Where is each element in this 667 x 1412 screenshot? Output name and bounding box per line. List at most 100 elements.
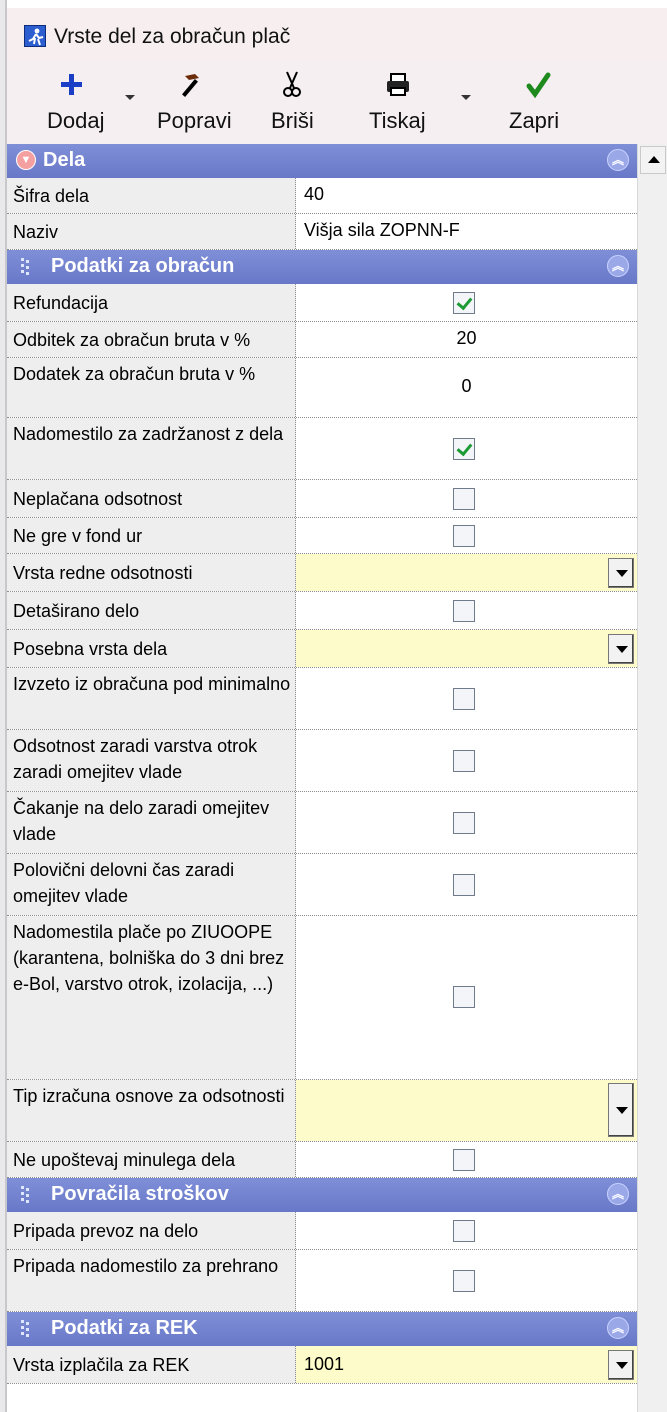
row-label: Nadomestila plače po ZIUOOPE (karantena,… xyxy=(7,916,296,1079)
value-cell xyxy=(296,730,637,791)
section-dela[interactable]: ▼ Dela ︽ xyxy=(7,144,637,178)
row-tip-izracuna[interactable]: Tip izračuna osnove za odsotnosti xyxy=(7,1080,637,1142)
edit-label: Popravi xyxy=(157,108,232,133)
sifra-value: 40 xyxy=(304,184,325,204)
odbitek-input[interactable]: 20 xyxy=(296,322,637,357)
dodatek-value: 0 xyxy=(461,376,472,396)
detasirano-checkbox[interactable] xyxy=(453,600,475,622)
value-cell xyxy=(296,916,637,1079)
section-podatki[interactable]: Podatki za obračun ︽ xyxy=(7,250,637,284)
naziv-value: Višja sila ZOPNN-F xyxy=(304,220,460,240)
value-cell xyxy=(296,284,637,321)
value-cell xyxy=(296,1212,637,1249)
row-label: Pripada prevoz na delo xyxy=(7,1212,296,1249)
row-rek-vrsta[interactable]: Vrsta izplačila za REK 1001 xyxy=(7,1346,637,1384)
value-cell xyxy=(296,854,637,915)
row-refundacija[interactable]: Refundacija xyxy=(7,284,637,322)
polovicni-checkbox[interactable] xyxy=(453,874,475,896)
collapse-icon[interactable]: ︽ xyxy=(607,1317,629,1339)
minulo-delo-checkbox[interactable] xyxy=(453,1149,475,1171)
ziuoope-checkbox[interactable] xyxy=(453,986,475,1008)
dodatek-input[interactable]: 0 xyxy=(296,358,637,417)
row-label: Nadomestilo za zadržanost z dela xyxy=(7,418,296,479)
section-podatki-label: Podatki za obračun xyxy=(51,255,235,277)
naziv-input[interactable]: Višja sila ZOPNN-F xyxy=(296,214,637,249)
row-label: Ne upoštevaj minulega dela xyxy=(7,1142,296,1177)
row-dodatek[interactable]: Dodatek za obračun bruta v % 0 xyxy=(7,358,637,418)
prevoz-checkbox[interactable] xyxy=(453,1220,475,1242)
row-izvzeto[interactable]: Izvzeto iz obračuna pod minimalno xyxy=(7,668,637,730)
row-varstvo[interactable]: Odsotnost zaradi varstva otrok zaradi om… xyxy=(7,730,637,792)
row-prehrana[interactable]: Pripada nadomestilo za prehrano xyxy=(7,1250,637,1312)
value-cell xyxy=(296,480,637,517)
collapse-icon[interactable]: ︽ xyxy=(607,149,629,171)
dropdown-arrow-icon[interactable] xyxy=(608,558,634,588)
fond-ur-checkbox[interactable] xyxy=(453,525,475,547)
row-label: Šifra dela xyxy=(7,178,296,213)
row-nadomestilo-zadrzanost[interactable]: Nadomestilo za zadržanost z dela xyxy=(7,418,637,480)
row-vrsta-redne[interactable]: Vrsta redne odsotnosti xyxy=(7,554,637,592)
delete-button[interactable]: Briši xyxy=(263,62,323,144)
value-cell xyxy=(296,1142,637,1177)
dropdown-arrow-icon[interactable] xyxy=(608,1083,634,1137)
dropdown-arrow-icon[interactable] xyxy=(608,1350,634,1380)
row-label: Vrsta izplačila za REK xyxy=(7,1346,296,1383)
value-cell xyxy=(296,418,637,479)
printer-icon xyxy=(387,73,409,96)
row-ziuoope[interactable]: Nadomestila plače po ZIUOOPE (karantena,… xyxy=(7,916,637,1080)
row-prevoz[interactable]: Pripada prevoz na delo xyxy=(7,1212,637,1250)
add-dropdown-arrow-icon[interactable] xyxy=(125,95,135,100)
dropdown-arrow-icon[interactable] xyxy=(608,634,634,664)
close-button[interactable]: Zapri xyxy=(495,62,585,144)
nadomestilo-zadrzanost-checkbox[interactable] xyxy=(453,438,475,460)
title-bar: Vrste del za obračun plač xyxy=(7,8,667,62)
prehrana-checkbox[interactable] xyxy=(453,1270,475,1292)
row-polovicni[interactable]: Polovični delovni čas zaradi omejitev vl… xyxy=(7,854,637,916)
section-rek[interactable]: Podatki za REK ︽ xyxy=(7,1312,637,1346)
tip-izracuna-select[interactable] xyxy=(296,1080,637,1141)
rek-vrsta-select[interactable]: 1001 xyxy=(296,1346,637,1383)
vertical-scrollbar[interactable] xyxy=(637,144,667,1412)
row-neplacana[interactable]: Neplačana odsotnost xyxy=(7,480,637,518)
plus-icon xyxy=(61,74,82,95)
edit-button[interactable]: Popravi xyxy=(147,62,257,144)
refundacija-checkbox[interactable] xyxy=(453,292,475,314)
section-expand-icon[interactable]: ▼ xyxy=(16,150,36,170)
print-button[interactable]: Tiskaj xyxy=(357,62,477,144)
neplacana-checkbox[interactable] xyxy=(453,488,475,510)
section-povracila[interactable]: Povračila stroškov ︽ xyxy=(7,1178,637,1212)
grip-icon xyxy=(21,1186,31,1204)
row-fond-ur[interactable]: Ne gre v fond ur xyxy=(7,518,637,554)
toolbar: Dodaj Popravi Briši Tiskaj Zapri xyxy=(7,62,667,144)
varstvo-checkbox[interactable] xyxy=(453,750,475,772)
row-posebna-vrsta[interactable]: Posebna vrsta dela xyxy=(7,630,637,668)
close-label: Zapri xyxy=(509,108,560,133)
value-cell xyxy=(296,592,637,629)
posebna-vrsta-select[interactable] xyxy=(296,630,637,667)
scroll-up-arrow-icon[interactable] xyxy=(640,146,666,174)
izvzeto-checkbox[interactable] xyxy=(453,688,475,710)
vrsta-redne-select[interactable] xyxy=(296,554,637,591)
row-detasirano[interactable]: Detaširano delo xyxy=(7,592,637,630)
collapse-icon[interactable]: ︽ xyxy=(607,1183,629,1205)
row-label: Detaširano delo xyxy=(7,592,296,629)
row-minulo-delo[interactable]: Ne upoštevaj minulega dela xyxy=(7,1142,637,1178)
row-naziv[interactable]: Naziv Višja sila ZOPNN-F xyxy=(7,214,637,250)
rek-vrsta-value: 1001 xyxy=(304,1354,345,1374)
section-rek-label: Podatki za REK xyxy=(51,1317,198,1339)
hammer-icon xyxy=(182,74,199,97)
add-button[interactable]: Dodaj xyxy=(17,62,137,144)
row-sifra[interactable]: Šifra dela 40 xyxy=(7,178,637,214)
odbitek-value: 20 xyxy=(456,328,477,348)
cakanje-checkbox[interactable] xyxy=(453,812,475,834)
section-dela-label: Dela xyxy=(43,149,86,171)
sifra-input[interactable]: 40 xyxy=(296,178,637,213)
row-odbitek[interactable]: Odbitek za obračun bruta v % 20 xyxy=(7,322,637,358)
print-dropdown-arrow-icon[interactable] xyxy=(461,95,471,100)
row-cakanje[interactable]: Čakanje na delo zaradi omejitev vlade xyxy=(7,792,637,854)
collapse-icon[interactable]: ︽ xyxy=(607,255,629,277)
row-label: Tip izračuna osnove za odsotnosti xyxy=(7,1080,296,1141)
row-label: Dodatek za obračun bruta v % xyxy=(7,358,296,417)
row-label: Polovični delovni čas zaradi omejitev vl… xyxy=(7,854,296,915)
grip-icon xyxy=(21,258,31,276)
